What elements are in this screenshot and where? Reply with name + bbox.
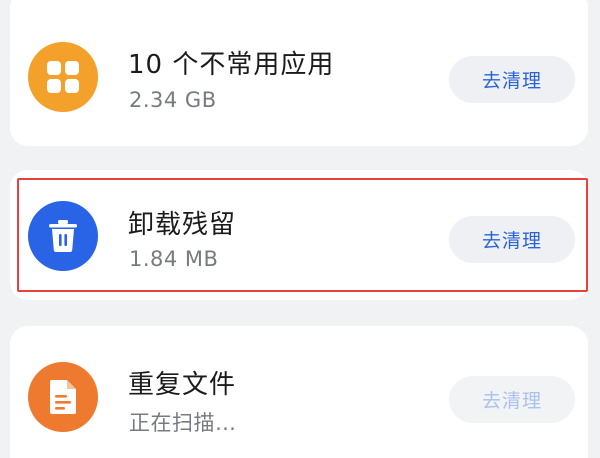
unused-apps-size: 2.34 GB [129, 88, 217, 112]
cleanup-list: 10 个不常用应用 2.34 GB 去清理 卸载残留 1.84 MB 去清理 重… [0, 0, 600, 458]
clean-unused-apps-button[interactable]: 去清理 [449, 56, 575, 103]
trash-icon [28, 201, 98, 271]
uninstall-residue-size: 1.84 MB [129, 247, 219, 271]
document-icon [28, 362, 98, 432]
duplicate-files-status: 正在扫描… [129, 411, 237, 435]
unused-apps-title: 10 个不常用应用 [128, 50, 335, 80]
duplicate-files-title: 重复文件 [128, 370, 237, 400]
uninstall-residue-title: 卸载残留 [128, 210, 237, 240]
clean-uninstall-residue-button[interactable]: 去清理 [449, 216, 575, 263]
clean-duplicate-files-button[interactable]: 去清理 [449, 376, 575, 423]
apps-grid-icon [28, 42, 98, 112]
